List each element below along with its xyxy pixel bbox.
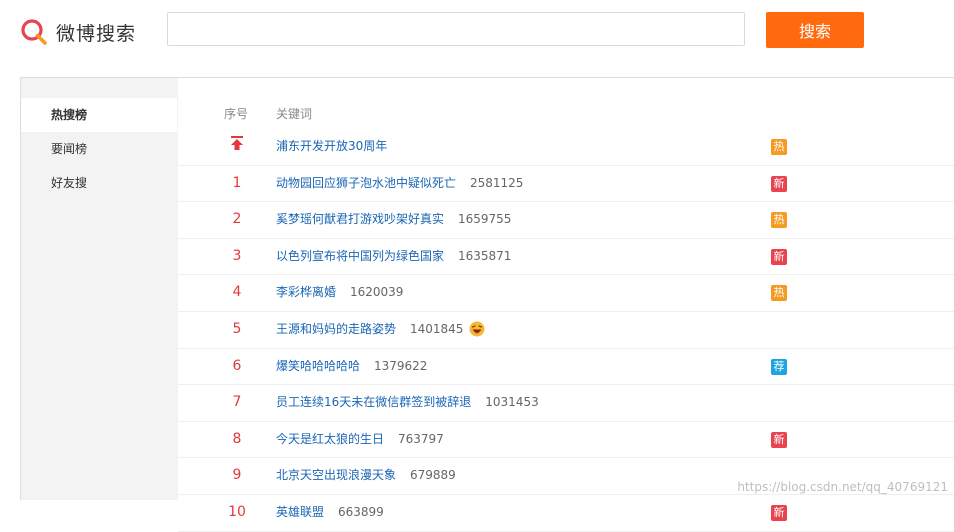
table-row: 4 李彩桦离婚 1620039 热: [178, 275, 954, 312]
keyword-link[interactable]: 今天是红太狼的生日: [276, 422, 384, 457]
search-input[interactable]: [167, 12, 745, 46]
laughing-emoji-icon: [469, 321, 485, 337]
sidebar: 热搜榜 要闻榜 好友搜: [21, 98, 177, 200]
pinned-top-icon: [231, 136, 243, 150]
search-logo-icon: [21, 19, 47, 45]
sidebar-item-friends[interactable]: 好友搜: [21, 166, 177, 200]
keyword-column-header: 关键词: [276, 107, 313, 121]
status-badge: 新: [771, 431, 787, 448]
keyword-link[interactable]: 以色列宣布将中国列为绿色国家: [276, 239, 444, 274]
hot-search-list: 序号 关键词 浦东开发开放30周年热 1 动物园回应狮子泡水池中疑似死亡 258112…: [178, 78, 954, 532]
logo-text: 微博搜索: [56, 22, 137, 45]
search-count: 1620039: [350, 285, 404, 300]
search-count: 1379622: [374, 358, 428, 373]
table-row: 10 英雄联盟 663899 新: [178, 495, 954, 532]
status-badge: 新: [771, 248, 787, 265]
rank-number: 9: [232, 467, 242, 484]
rank-number: 8: [232, 430, 242, 447]
rank-column-header: 序号: [224, 107, 249, 121]
keyword-link[interactable]: 爆笑哈哈哈哈哈: [276, 349, 360, 384]
keyword-link[interactable]: 奚梦瑶何猷君打游戏吵架好真实: [276, 202, 444, 237]
rank-number: 6: [232, 357, 242, 374]
search-count: 763797: [398, 431, 444, 446]
keyword-link[interactable]: 动物园回应狮子泡水池中疑似死亡: [276, 166, 456, 201]
table-row: 3 以色列宣布将中国列为绿色国家 1635871 新: [178, 239, 954, 276]
sidebar-item-news[interactable]: 要闻榜: [21, 132, 177, 166]
table-row: 7 员工连续16天未在微信群签到被辞退 1031453: [178, 385, 954, 422]
status-badge: 荐: [771, 358, 787, 375]
search-count: 2581125: [470, 175, 524, 190]
status-badge: 热: [771, 285, 787, 302]
keyword-link[interactable]: 王源和妈妈的走路姿势: [276, 312, 396, 347]
table-row: 1 动物园回应狮子泡水池中疑似死亡 2581125 新: [178, 166, 954, 203]
table-body: 浦东开发开放30周年热 1 动物园回应狮子泡水池中疑似死亡 2581125 新 2 奚梦瑶何…: [178, 129, 954, 532]
rank-number: 5: [232, 320, 242, 337]
rank-number: 2: [232, 211, 242, 228]
hot-search-panel: 热搜榜 要闻榜 好友搜 序号 关键词 浦东开发开放30周年热 1 动物园回应狮子泡水…: [20, 77, 954, 532]
search-count: 1031453: [485, 395, 539, 410]
watermark: https://blog.csdn.net/qq_40769121: [737, 480, 948, 494]
sidebar-item-hot-search[interactable]: 热搜榜: [21, 98, 177, 132]
rank-number: 1: [232, 174, 242, 191]
header: 微博搜索 搜索: [0, 0, 954, 62]
rank-number: 10: [228, 503, 246, 520]
search-count: 663899: [338, 504, 384, 519]
search-count: 1635871: [458, 248, 512, 263]
status-badge: 热: [771, 212, 787, 229]
table-row: 5 王源和妈妈的走路姿势 1401845: [178, 312, 954, 349]
table-row: 2 奚梦瑶何猷君打游戏吵架好真实 1659755 热: [178, 202, 954, 239]
table-row: 8 今天是红太狼的生日 763797 新: [178, 422, 954, 459]
rank-number: 7: [232, 394, 242, 411]
status-badge: 热: [771, 139, 787, 155]
table-row: 6 爆笑哈哈哈哈哈 1379622 荐: [178, 349, 954, 386]
table-row: 浦东开发开放30周年 热: [178, 129, 954, 166]
keyword-link[interactable]: 浦东开发开放30周年: [276, 129, 387, 164]
search-count: 1659755: [458, 212, 512, 227]
keyword-link[interactable]: 员工连续16天未在微信群签到被辞退: [276, 385, 471, 420]
search-count: 1401845: [410, 321, 464, 336]
status-badge: 新: [771, 504, 787, 521]
search-count: 679889: [410, 468, 456, 483]
rank-number: 4: [232, 284, 242, 301]
keyword-link[interactable]: 李彩桦离婚: [276, 275, 336, 310]
rank-number: 3: [232, 247, 242, 264]
search-button[interactable]: 搜索: [766, 12, 864, 48]
keyword-link[interactable]: 英雄联盟: [276, 495, 324, 530]
table-header: 序号 关键词: [178, 105, 954, 125]
weibo-search-logo[interactable]: 微博搜索: [20, 16, 136, 48]
status-badge: 新: [771, 175, 787, 192]
keyword-link[interactable]: 北京天空出现浪漫天象: [276, 458, 396, 493]
